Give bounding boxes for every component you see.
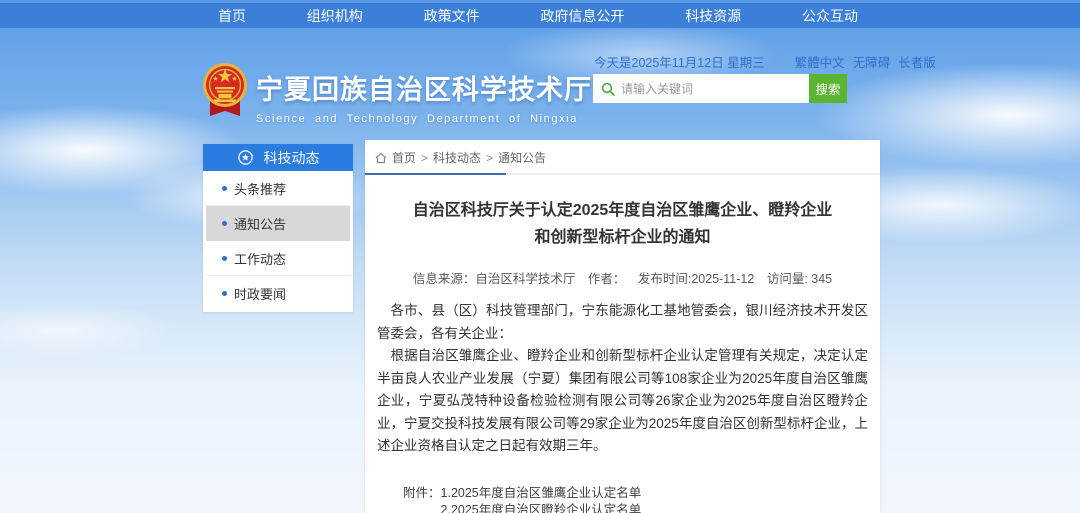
meta-source: 信息来源：自治区科学技术厅 xyxy=(413,272,576,286)
breadcrumb-separator: > xyxy=(421,151,428,165)
article-paragraph: 根据自治区雏鹰企业、瞪羚企业和创新型标杆企业认定管理有关规定，决定认定半亩良人农… xyxy=(377,345,868,458)
link-accessibility[interactable]: 无障碍 xyxy=(853,52,891,71)
nav-item-organization[interactable]: 组织机构 xyxy=(307,6,363,26)
sidebar-item-notices[interactable]: 通知公告 xyxy=(206,206,350,241)
bullet-icon xyxy=(222,291,227,296)
search-bar: 搜索 xyxy=(593,74,847,103)
sidebar-item-label: 时政要闻 xyxy=(234,284,286,303)
article-title: 自治区科技厅关于认定2025年度自治区雏鹰企业、瞪羚企业 和创新型标杆企业的通知 xyxy=(365,197,880,251)
sidebar-item-label: 通知公告 xyxy=(234,214,286,233)
nav-item-home[interactable]: 首页 xyxy=(218,6,246,26)
nav-item-public-interaction[interactable]: 公众互动 xyxy=(802,6,858,26)
nav-item-policy-documents[interactable]: 政策文件 xyxy=(424,6,480,26)
bullet-icon xyxy=(222,256,227,261)
nav-item-gov-info-disclosure[interactable]: 政府信息公开 xyxy=(540,6,624,26)
attachments-block: 附件： 1.2025年度自治区雏鹰企业认定名单 2.2025年度自治区瞪羚企业认… xyxy=(403,485,880,513)
national-emblem-icon xyxy=(202,60,248,120)
top-navigation-bar: 首页 组织机构 政策文件 政府信息公开 科技资源 公众互动 xyxy=(0,3,1080,28)
main-content-panel: 首页 > 科技动态 > 通知公告 自治区科技厅关于认定2025年度自治区雏鹰企业… xyxy=(365,140,880,513)
breadcrumb-sci-tech-news[interactable]: 科技动态 xyxy=(433,149,481,166)
header-meta-row: 今天是2025年11月12日 星期三 繁體中文 无障碍 长者版 xyxy=(594,52,872,71)
meta-publish-time: 发布时间:2025-11-12 xyxy=(638,272,755,286)
search-input[interactable] xyxy=(621,82,801,96)
attachments-label: 附件： xyxy=(403,485,441,513)
bullet-icon xyxy=(222,186,227,191)
site-subtitle: Science and Technology Department of Nin… xyxy=(256,113,592,125)
sidebar-header: 科技动态 xyxy=(203,144,353,171)
meta-visit-count: 访问量: 345 xyxy=(767,272,832,286)
article-meta: 信息来源：自治区科学技术厅 作者： 发布时间:2025-11-12 访问量: 3… xyxy=(365,268,880,287)
site-title: 宁夏回族自治区科学技术厅 xyxy=(256,68,592,107)
site-title-block: 宁夏回族自治区科学技术厅 Science and Technology Depa… xyxy=(256,68,592,125)
link-traditional-chinese[interactable]: 繁體中文 xyxy=(795,52,845,71)
sidebar-item-work-updates[interactable]: 工作动态 xyxy=(206,241,350,276)
nav-item-sci-tech-resources[interactable]: 科技资源 xyxy=(685,6,741,26)
top-navigation-items: 首页 组织机构 政策文件 政府信息公开 科技资源 公众互动 xyxy=(218,3,858,28)
article-paragraph: 各市、县（区）科技管理部门，宁东能源化工基地管委会，银川经济技术开发区管委会，各… xyxy=(377,300,868,345)
breadcrumb-home[interactable]: 首页 xyxy=(392,149,416,166)
article-body: 各市、县（区）科技管理部门，宁东能源化工基地管委会，银川经济技术开发区管委会，各… xyxy=(365,300,880,458)
sidebar-item-label: 头条推荐 xyxy=(234,179,286,198)
meta-author: 作者： xyxy=(588,272,626,286)
search-input-wrap xyxy=(593,74,809,103)
article-title-line1: 自治区科技厅关于认定2025年度自治区雏鹰企业、瞪羚企业 xyxy=(365,197,880,224)
breadcrumb: 首页 > 科技动态 > 通知公告 xyxy=(365,140,880,166)
search-button[interactable]: 搜索 xyxy=(809,74,847,103)
article-title-line2: 和创新型标杆企业的通知 xyxy=(365,224,880,251)
sidebar-item-label: 工作动态 xyxy=(234,249,286,268)
sidebar-item-headlines[interactable]: 头条推荐 xyxy=(206,171,350,206)
attachments-list: 1.2025年度自治区雏鹰企业认定名单 2.2025年度自治区瞪羚企业认定名单 … xyxy=(441,485,679,513)
breadcrumb-divider xyxy=(365,173,880,175)
sidebar-title: 科技动态 xyxy=(264,148,320,168)
attachment-link-eagle-list[interactable]: 1.2025年度自治区雏鹰企业认定名单 xyxy=(441,485,679,502)
current-date-text: 今天是2025年11月12日 星期三 xyxy=(594,52,765,71)
sidebar-item-current-politics[interactable]: 时政要闻 xyxy=(206,276,350,311)
attachment-link-gazelle-list[interactable]: 2.2025年度自治区瞪羚企业认定名单 xyxy=(441,502,679,513)
search-icon xyxy=(601,82,615,96)
breadcrumb-notices[interactable]: 通知公告 xyxy=(498,149,546,166)
link-senior-version[interactable]: 长者版 xyxy=(898,52,936,71)
divider-blue-segment xyxy=(365,173,506,175)
home-icon xyxy=(375,152,387,164)
sci-tech-news-icon xyxy=(237,149,254,166)
sidebar: 科技动态 头条推荐 通知公告 工作动态 时政要闻 xyxy=(203,144,353,312)
breadcrumb-separator: > xyxy=(486,151,493,165)
national-emblem-logo xyxy=(202,60,248,120)
bullet-icon xyxy=(222,221,227,226)
